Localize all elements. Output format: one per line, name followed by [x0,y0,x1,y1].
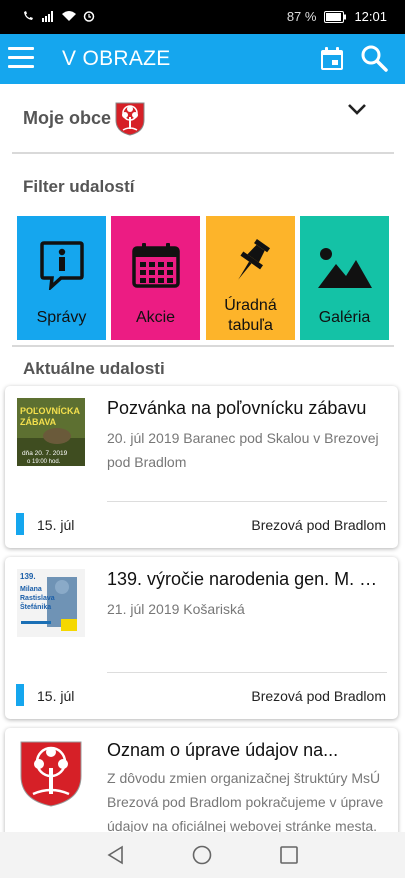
thumb-line4: Štefánika [20,602,51,611]
tile-label: Akcie [135,309,176,326]
tile-uradna-tabula[interactable]: Úradná tabuľa [206,216,295,340]
wifi-icon [62,11,76,21]
tile-akcie[interactable]: Akcie [111,216,200,340]
event-card[interactable]: POĽOVNÍCKA ZÁBAVA dňa 20. 7. 2019 o 19:0… [5,386,398,548]
event-title: Oznam o úprave údajov na... [107,740,339,760]
calendar-grid-icon [132,243,180,288]
image-icon [318,248,372,288]
event-card[interactable]: Oznam o úprave údajov na... Z dôvodu zmi… [5,728,398,832]
recents-icon[interactable] [279,845,299,865]
thumb-line2: ZÁBAVA [20,417,57,427]
tile-galeria[interactable]: Galéria [300,216,389,340]
event-thumbnail: 139. Milana Rastislava Štefánika [17,569,85,637]
divider [12,345,394,347]
card-divider [107,501,387,502]
filter-title: Filter udalostí [23,177,135,196]
moje-obce-selector[interactable]: Moje obce [12,84,394,154]
back-icon[interactable] [106,845,126,865]
main-content: Moje obce Filter udalostí Správy Akcie Ú… [0,84,405,832]
event-title: Pozvánka na poľovnícku zábavu [107,398,367,418]
tile-label: Správy [36,309,87,326]
event-location: Brezová pod Bradlom [251,688,386,704]
tile-label-line1: Úradná [224,297,277,314]
battery-icon [324,10,347,23]
town-crest-icon [115,102,145,136]
moje-obce-label: Moje obce [23,108,112,128]
thumb-line4: o 19:00 hod. [27,459,61,465]
chevron-down-icon[interactable] [347,102,367,116]
wifi-call-icon [24,11,33,20]
home-icon[interactable] [192,845,212,865]
event-subtitle: 21. júl 2019 Košariská [107,601,245,617]
hamburger-menu-icon[interactable] [8,47,34,71]
pushpin-icon [238,239,271,280]
thumb-line3: Rastislava [20,595,55,602]
alarm-icon [83,11,95,22]
tile-label-line2: tabuľa [228,317,273,334]
event-card[interactable]: 139. Milana Rastislava Štefánika 139. vý… [5,557,398,719]
event-subtitle: 20. júl 2019 Baranec pod Skalou v Brezov… [107,430,379,470]
town-crest-thumbnail [17,740,85,808]
date-indicator-bar [16,513,24,535]
thumb-line1: 139. [20,572,36,581]
date-indicator-bar [16,684,24,706]
event-date: 15. júl [37,517,75,533]
signal-icon [42,11,53,22]
thumb-line1: POĽOVNÍCKA [20,406,81,416]
event-description: Z dôvodu zmien organizačnej štruktúry Ms… [107,770,384,832]
thumb-line3: dňa 20. 7. 2019 [22,450,68,457]
system-navigation-bar [0,832,405,878]
thumb-line2: Milana [20,586,42,593]
tile-spravy[interactable]: Správy [17,216,106,340]
clock: 12:01 [354,9,387,24]
event-title: 139. výročie narodenia gen. M. R.... [107,569,389,589]
battery-percent: 87 % [286,9,317,24]
event-location: Brezová pod Bradlom [251,517,386,533]
app-bar: V OBRAZE [0,34,405,84]
app-title: V OBRAZE [62,47,171,70]
card-divider [107,672,387,673]
event-thumbnail: POĽOVNÍCKA ZÁBAVA dňa 20. 7. 2019 o 19:0… [17,398,85,466]
events-title: Aktuálne udalosti [23,359,165,378]
search-icon[interactable] [360,44,388,72]
info-icon [40,241,84,290]
status-bar: 87 % 12:01 [0,0,405,34]
calendar-icon[interactable] [318,45,346,73]
tile-label: Galéria [318,309,371,326]
event-date: 15. júl [37,688,75,704]
